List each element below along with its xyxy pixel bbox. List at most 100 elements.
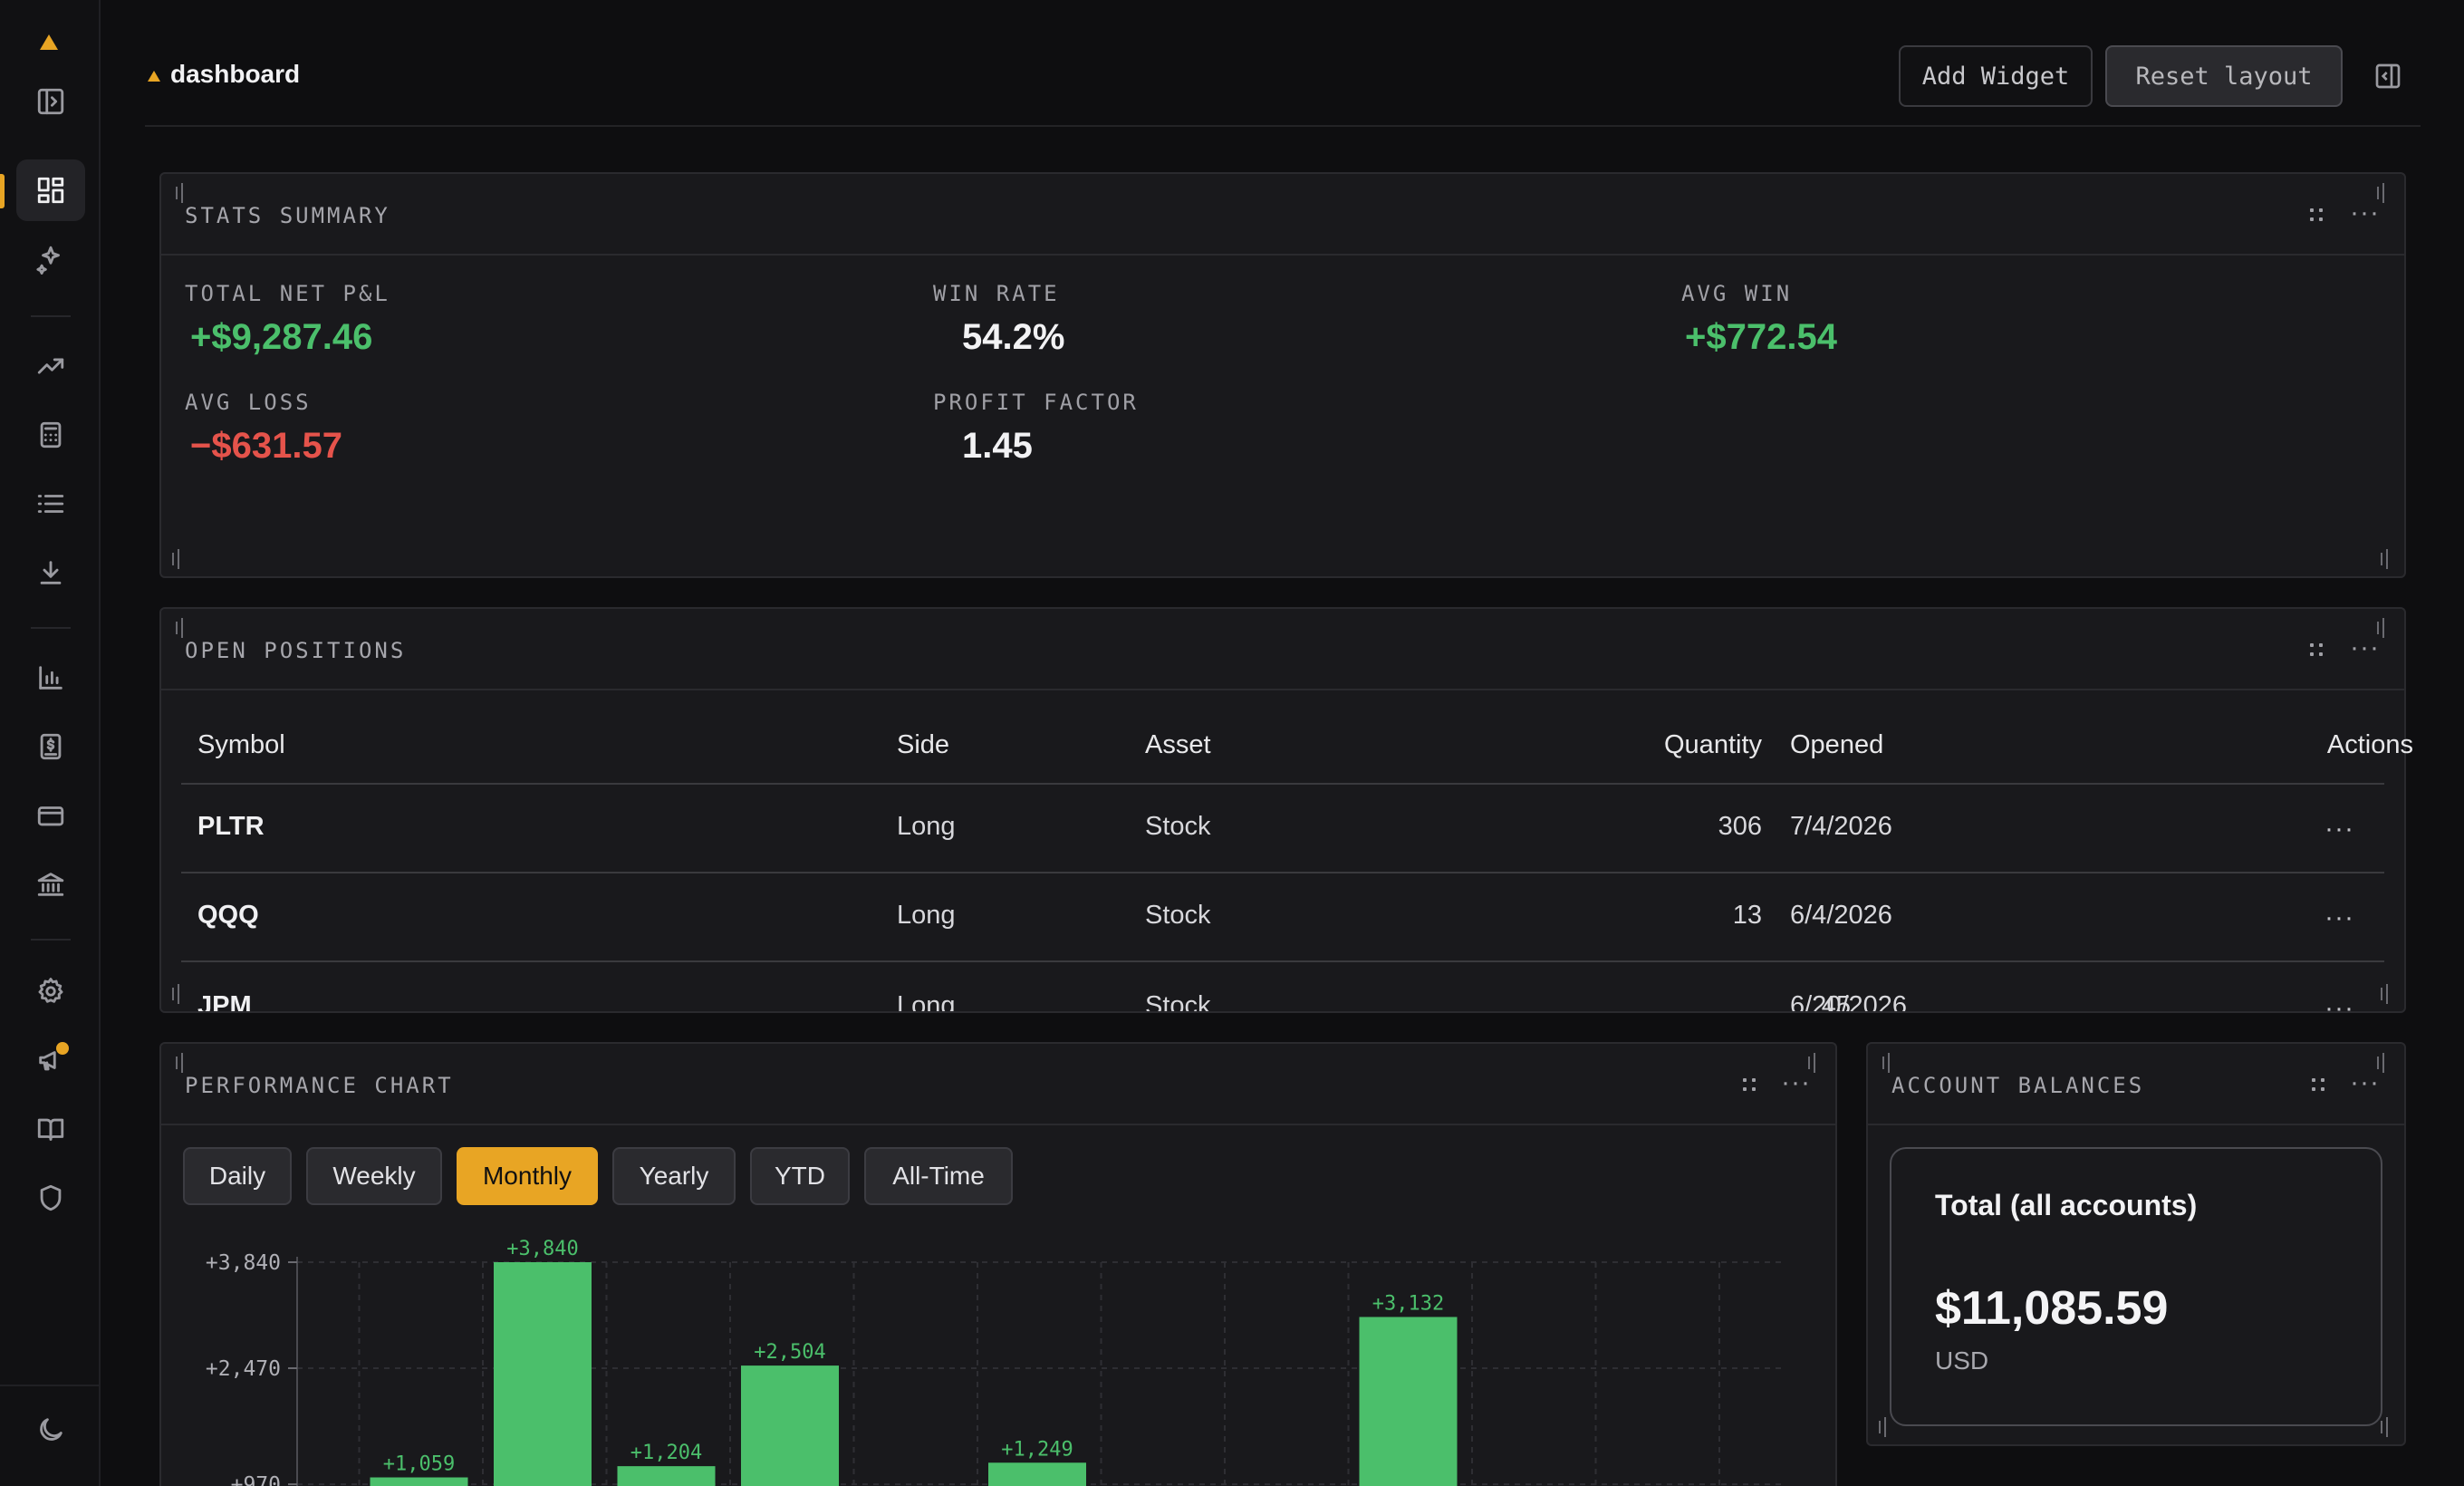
cell-quantity: 13 [1732,901,1762,930]
active-indicator [0,174,5,208]
sidebar-item-docs[interactable] [16,1098,85,1160]
column-header-actions: Actions [2326,730,2413,759]
sidebar-toggle-icon[interactable] [16,71,85,132]
notification-dot [56,1042,69,1055]
profit-factor-label: PROFIT FACTOR [933,390,1139,415]
cell-asset: Stock [1145,991,1211,1011]
more-options-icon[interactable]: ··· [2350,634,2380,661]
column-header-symbol[interactable]: Symbol [197,730,285,760]
widget-title: ACCOUNT BALANCES [1891,1073,2145,1098]
sidebar-item-settings[interactable] [16,960,85,1022]
period-daily-button[interactable]: Daily [183,1147,292,1205]
sidebar-item-insights[interactable] [16,228,85,290]
collapse-panel-icon[interactable] [2373,62,2402,91]
bar-chart-icon [39,666,63,690]
sidebar-item-trends[interactable] [16,335,85,397]
row-actions-icon[interactable]: ··· [2324,814,2354,844]
cell-opened: 6/20/2026 [1790,991,1908,1011]
receipt-icon [40,733,62,760]
list-icon [37,495,64,513]
bank-icon [37,873,64,896]
reset-layout-button[interactable]: Reset layout [2105,45,2343,107]
bar-value-label: +1,204 [630,1442,702,1464]
bar [1359,1317,1458,1486]
win-rate-label: WIN RATE [933,281,1060,306]
sidebar [0,0,101,1486]
row-actions-icon[interactable]: ··· [2324,902,2354,933]
account-name: Total (all accounts) [1935,1189,2198,1221]
sidebar-item-dashboard[interactable] [16,159,85,221]
column-header-quantity[interactable]: Quantity [1664,730,1762,760]
credit-card-icon [37,806,64,826]
cell-side: Long [897,991,956,1011]
profit-factor-value: 1.45 [962,426,1033,466]
column-header-side[interactable]: Side [897,730,949,760]
drag-handle-icon[interactable] [2310,207,2328,225]
add-widget-button[interactable]: Add Widget [1899,45,2093,107]
cell-symbol: QQQ [197,901,259,930]
column-header-asset[interactable]: Asset [1145,730,1211,760]
row-actions-icon[interactable]: ··· [2324,993,2354,1011]
bar-value-label: +1,059 [383,1453,455,1476]
more-options-icon[interactable]: ··· [2350,199,2380,227]
drag-handle-icon[interactable] [1743,1076,1761,1095]
cell-quantity: 306 [1718,812,1762,841]
shield-icon [40,1184,62,1211]
bar [741,1365,839,1486]
performance-bar-chart: +3,840 +2,470 +970 +1,059 +3,840 +1,204 +2,504… [206,1238,1783,1486]
cell-opened: 7/4/2026 [1790,812,1892,841]
more-options-icon[interactable]: ··· [2350,1069,2380,1096]
drag-handle-icon[interactable] [2312,1076,2330,1095]
book-icon [37,1118,64,1141]
more-options-icon[interactable]: ··· [1781,1069,1811,1096]
avg-loss-label: AVG LOSS [185,390,312,415]
bar [617,1466,716,1486]
sidebar-item-import[interactable] [16,542,85,603]
bar [494,1262,592,1486]
cell-side: Long [897,812,956,841]
bar [988,1462,1086,1486]
widget-title: PERFORMANCE CHART [185,1073,454,1098]
bar-value-label: +2,504 [754,1341,825,1364]
total-net-pnl-value: +$9,287.46 [190,317,373,357]
period-all-time-button[interactable]: All-Time [864,1147,1013,1205]
breadcrumb-icon [148,71,160,82]
cell-asset: Stock [1145,901,1211,930]
calculator-icon [40,421,62,449]
sidebar-item-accounts[interactable] [16,854,85,915]
avg-loss-value: −$631.57 [190,426,342,466]
logo-icon[interactable] [40,34,58,50]
y-tick-label: +2,470 [206,1357,281,1381]
account-currency: USD [1935,1346,1989,1375]
bar-value-label: +3,840 [506,1238,578,1260]
account-total-card[interactable]: Total (all accounts) $11,085.59 USD [1890,1147,2382,1426]
open-positions-widget: OPEN POSITIONS ··· [159,607,2406,1013]
drag-handle-icon[interactable] [2310,642,2328,660]
sidebar-item-reports[interactable] [16,647,85,709]
sidebar-item-journal[interactable] [16,473,85,535]
sidebar-item-security[interactable] [16,1167,85,1229]
column-header-opened[interactable]: Opened [1790,730,1883,760]
cell-side: Long [897,901,956,930]
sidebar-item-calculator[interactable] [16,404,85,466]
theme-toggle[interactable] [16,1399,85,1461]
sparkles-icon [36,246,60,275]
bar-value-label: +1,249 [1001,1438,1073,1461]
moon-icon [40,1418,63,1441]
period-monthly-button[interactable]: Monthly [457,1147,598,1205]
total-net-pnl-label: TOTAL NET P&L [185,281,390,306]
period-yearly-button[interactable]: Yearly [612,1147,736,1205]
sidebar-item-cards[interactable] [16,785,85,846]
sidebar-item-expenses[interactable] [16,716,85,777]
period-ytd-button[interactable]: YTD [750,1147,850,1205]
breadcrumb[interactable]: dashboard [170,60,300,89]
avg-win-value: +$772.54 [1685,317,1837,357]
cell-opened: 6/4/2026 [1790,901,1892,930]
gear-icon [38,978,63,1003]
cell-symbol: PLTR [197,812,265,841]
sidebar-item-announcements[interactable] [16,1029,85,1091]
trending-up-icon [37,358,64,374]
period-weekly-button[interactable]: Weekly [306,1147,442,1205]
table-row[interactable]: JPM Long Stock 45 6/20/2026 ··· [161,964,2404,1011]
cell-asset: Stock [1145,812,1211,841]
